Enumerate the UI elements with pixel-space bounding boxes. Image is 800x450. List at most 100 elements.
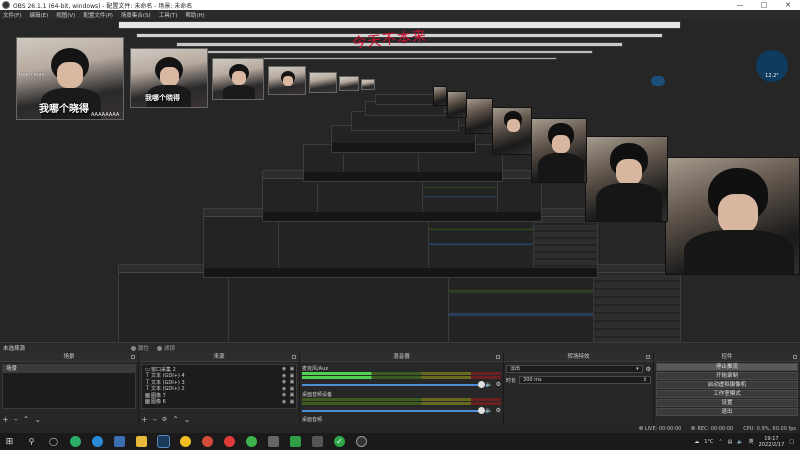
remove-scene-icon[interactable]: – bbox=[14, 415, 18, 424]
app-window-icon[interactable] bbox=[268, 436, 279, 447]
app-red-icon[interactable] bbox=[224, 436, 235, 447]
menu-edit[interactable]: 编辑(E) bbox=[29, 11, 48, 19]
properties-button[interactable]: 属性 bbox=[131, 344, 149, 352]
remove-source-icon[interactable]: – bbox=[153, 415, 157, 424]
speaker-icon[interactable]: 🔈 bbox=[485, 407, 492, 414]
media-player-icon[interactable] bbox=[180, 436, 191, 447]
start-virtual-camera-button[interactable]: 启动虚拟摄像机 bbox=[656, 381, 798, 389]
person-body bbox=[596, 183, 662, 221]
slider-knob[interactable] bbox=[478, 406, 486, 414]
undock-icon[interactable] bbox=[292, 355, 296, 359]
weather-temp[interactable]: 1°C bbox=[704, 439, 713, 445]
scene-list[interactable]: 场景 bbox=[2, 364, 136, 409]
stepper-icon[interactable]: ↕ bbox=[643, 377, 647, 384]
lock-icon[interactable]: ▣ bbox=[288, 366, 296, 372]
steam-icon[interactable] bbox=[157, 435, 170, 448]
add-scene-icon[interactable]: + bbox=[2, 415, 9, 424]
visibility-eye-icon[interactable]: ◉ bbox=[280, 392, 288, 398]
move-up-icon[interactable]: ⌃ bbox=[172, 415, 179, 424]
cpu-status: CPU: 0.9%, 60.00 fps bbox=[743, 426, 796, 432]
visibility-eye-icon[interactable]: ◉ bbox=[280, 386, 288, 392]
menu-tools[interactable]: 工具(T) bbox=[159, 11, 178, 19]
gear-icon[interactable]: ⚙ bbox=[496, 407, 501, 414]
clock[interactable]: 19:17 2022/2/17 bbox=[759, 436, 785, 448]
filters-button[interactable]: 滤镜 bbox=[157, 344, 175, 352]
transition-select[interactable]: 淡出 ▾ bbox=[506, 365, 643, 373]
move-up-icon[interactable]: ⌃ bbox=[23, 415, 30, 424]
move-down-icon[interactable]: ⌄ bbox=[34, 415, 41, 424]
webcam-capture-left: team man 我哪个晓得 AAAAAAAA bbox=[16, 37, 124, 120]
mail-icon[interactable] bbox=[114, 436, 125, 447]
app-green-icon[interactable] bbox=[246, 436, 257, 447]
source-list[interactable]: ▭ 窗口采集 2 ◉ ▣ T 文本 (GDI+) 4 ◉ ▣ T 文本 (GDI+) 3 ◉ ▣ … bbox=[141, 364, 297, 409]
lock-icon[interactable]: ▣ bbox=[288, 392, 296, 398]
menu-view[interactable]: 视图(V) bbox=[56, 11, 75, 19]
filters-label: 滤镜 bbox=[164, 346, 176, 352]
mini-sources-dock bbox=[344, 154, 419, 172]
source-item[interactable]: ▦ 图像 6 ◉ ▣ bbox=[142, 398, 296, 406]
app-check-icon[interactable]: ✓ bbox=[334, 436, 345, 447]
windows-start-icon[interactable]: ⊞ bbox=[4, 436, 15, 447]
scene-item[interactable]: 场景 bbox=[3, 365, 135, 373]
obs-taskbar-icon[interactable] bbox=[356, 436, 367, 447]
chevron-up-icon[interactable]: ⌃ bbox=[718, 439, 722, 445]
close-icon[interactable]: ✕ bbox=[776, 1, 800, 9]
edge-icon[interactable] bbox=[92, 436, 103, 447]
menu-file[interactable]: 文件(F) bbox=[3, 11, 21, 19]
undock-icon[interactable] bbox=[793, 355, 797, 359]
maximize-icon[interactable]: □ bbox=[752, 1, 776, 9]
task-view-icon[interactable]: ◯ bbox=[48, 436, 59, 447]
input-language[interactable]: 英 bbox=[749, 438, 754, 445]
studio-mode-button[interactable]: 工作室模式 bbox=[656, 390, 798, 398]
lock-icon[interactable]: ▣ bbox=[288, 373, 296, 379]
chrome-icon[interactable] bbox=[202, 436, 213, 447]
sources-dock: 来源 ▭ 窗口采集 2 ◉ ▣ T 文本 (GDI+) 4 ◉ ▣ T 文本 (GDI+) 3… bbox=[139, 353, 300, 425]
cloud-icon[interactable]: ☁ bbox=[694, 439, 699, 445]
settings-button[interactable]: 设置 bbox=[656, 399, 798, 407]
minimize-icon[interactable]: — bbox=[728, 1, 752, 9]
weather-widget-text: 12.2° bbox=[765, 73, 779, 79]
scenes-dock: 场景 场景 + – ⌃ ⌄ bbox=[0, 353, 139, 425]
lock-icon[interactable]: ▣ bbox=[288, 379, 296, 385]
stop-streaming-button[interactable]: 停止推流 bbox=[656, 363, 798, 371]
transition-settings-icon[interactable]: ⚙ bbox=[646, 366, 651, 373]
app-green2-icon[interactable] bbox=[290, 436, 301, 447]
preview-canvas[interactable]: team man 我哪个晓得 AAAAAAAA 我哪个晓得 今天不本来 12.2… bbox=[0, 19, 800, 342]
undock-icon[interactable] bbox=[646, 355, 650, 359]
volume-slider[interactable] bbox=[302, 406, 486, 414]
menu-help[interactable]: 帮助(H) bbox=[185, 11, 204, 19]
person-face bbox=[283, 76, 293, 86]
search-icon[interactable]: ⚲ bbox=[26, 436, 37, 447]
file-explorer-icon[interactable] bbox=[136, 436, 147, 447]
move-down-icon[interactable]: ⌄ bbox=[184, 415, 191, 424]
notification-icon[interactable]: □ bbox=[789, 439, 794, 445]
gear-icon[interactable]: ⚙ bbox=[496, 381, 501, 388]
lock-icon[interactable]: ▣ bbox=[288, 386, 296, 392]
undock-icon[interactable] bbox=[496, 355, 500, 359]
add-source-icon[interactable]: + bbox=[141, 415, 148, 424]
webcam-capture-right bbox=[492, 107, 532, 155]
visibility-eye-icon[interactable]: ◉ bbox=[280, 366, 288, 372]
visibility-eye-icon[interactable]: ◉ bbox=[280, 399, 288, 405]
start-recording-button[interactable]: 开始录制 bbox=[656, 372, 798, 380]
duration-input[interactable]: 300 ms ↕ bbox=[519, 376, 651, 384]
volume-icon[interactable]: 🔈 bbox=[737, 439, 743, 445]
network-icon[interactable]: ▤ bbox=[728, 439, 733, 445]
volume-slider[interactable] bbox=[302, 380, 486, 388]
visibility-eye-icon[interactable]: ◉ bbox=[280, 373, 288, 379]
menu-scene-collection[interactable]: 场景集合(S) bbox=[121, 11, 151, 19]
slider-knob[interactable] bbox=[478, 380, 486, 388]
speaker-icon[interactable]: 🔈 bbox=[485, 381, 492, 388]
source-label: 图像 6 bbox=[151, 399, 166, 406]
app-grey-icon[interactable] bbox=[312, 436, 323, 447]
mini-controls-dock bbox=[534, 218, 597, 268]
undock-icon[interactable] bbox=[131, 355, 135, 359]
person-face bbox=[552, 135, 570, 153]
lock-icon[interactable]: ▣ bbox=[288, 399, 296, 405]
source-properties-icon[interactable]: ⚙ bbox=[162, 416, 167, 423]
exit-button[interactable]: 退出 bbox=[656, 408, 798, 416]
visibility-eye-icon[interactable]: ◉ bbox=[280, 379, 288, 385]
wechat-icon[interactable] bbox=[70, 436, 81, 447]
menu-profile[interactable]: 配置文件(P) bbox=[83, 11, 113, 19]
webcam-capture-right bbox=[531, 118, 587, 183]
